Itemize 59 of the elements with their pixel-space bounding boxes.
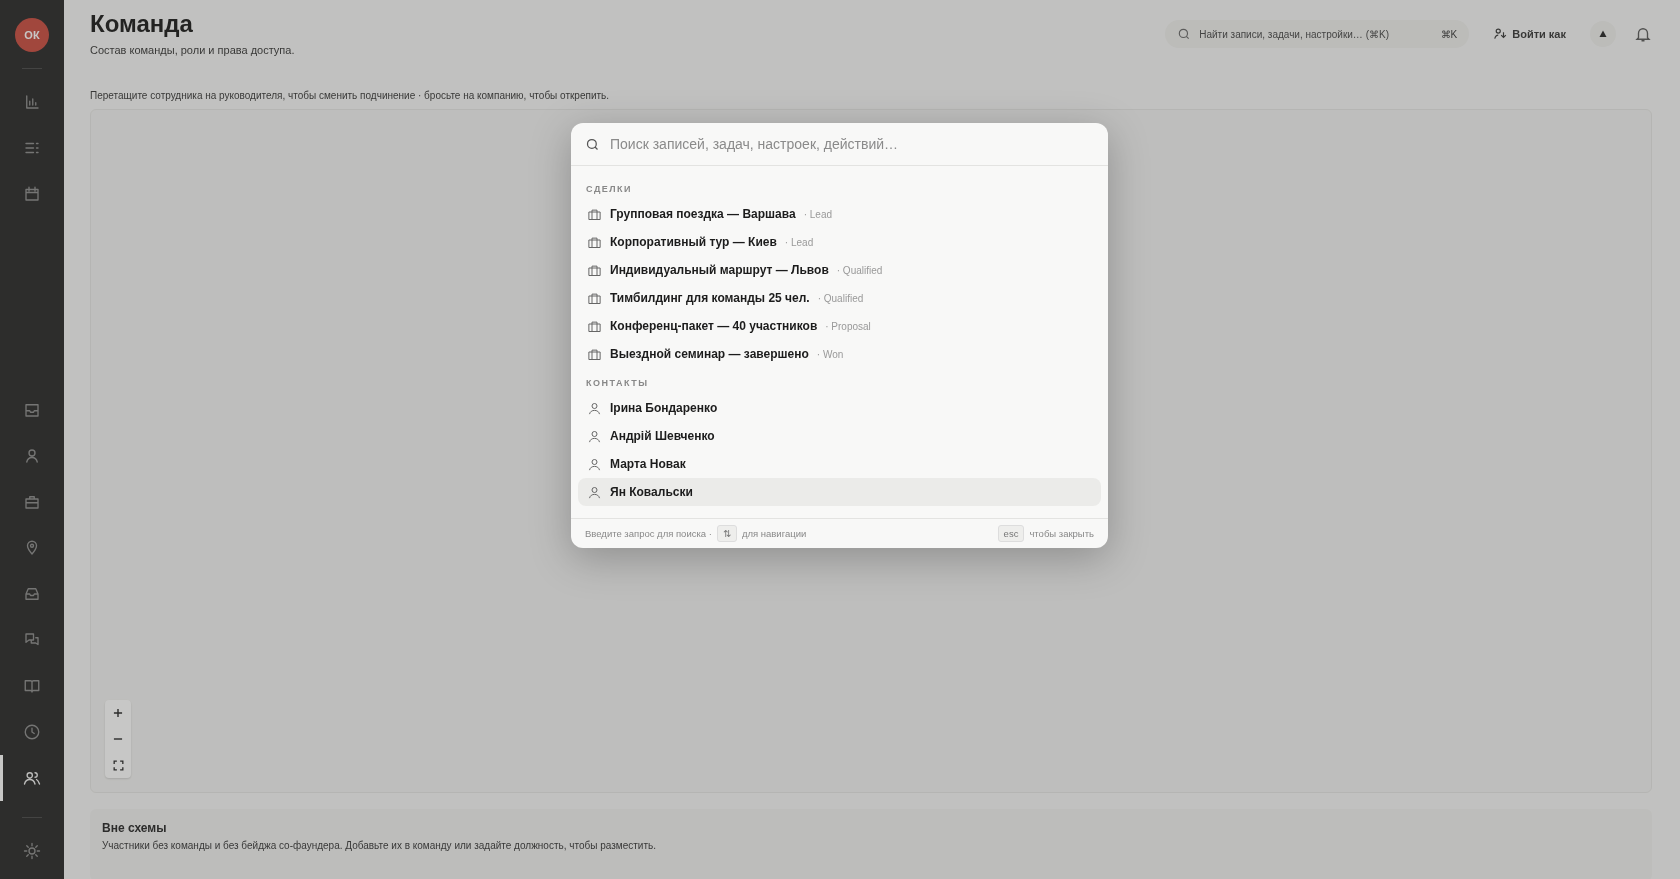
section-heading: СДЕЛКИ <box>585 183 634 196</box>
person-icon <box>587 484 602 500</box>
result-item[interactable]: Тимбилдинг для команды 25 чел. · Qualified <box>578 284 1101 312</box>
briefcase-icon <box>587 234 602 250</box>
result-item[interactable]: Выездной семинар — завершено · Won <box>578 340 1101 368</box>
result-item[interactable]: Ян Ковальски <box>578 478 1101 506</box>
result-item[interactable]: Марта Новак <box>578 450 1101 478</box>
page-title: Команда <box>90 10 194 38</box>
key-hint: esc <box>997 525 1025 542</box>
result-title: Индивидуальный маршрут — Львов <box>610 263 829 277</box>
result-item[interactable]: Групповая поездка — Варшава · Lead <box>578 200 1101 228</box>
search-field[interactable]: Найти записи, задачи, настройки… (⌘K) <box>1197 27 1435 41</box>
result-title: Тимбилдинг для команды 25 чел. <box>610 291 810 305</box>
result-item[interactable]: Ірина Бондаренко <box>578 394 1101 422</box>
result-item[interactable]: Корпоративный тур — Киев · Lead <box>578 228 1101 256</box>
briefcase-icon <box>587 290 602 306</box>
result-title: Корпоративный тур — Киев <box>610 235 777 249</box>
footer-hint: для навигации <box>741 528 807 539</box>
result-title: Групповая поездка — Варшава <box>610 207 796 221</box>
palette-search-field[interactable]: Поиск записей, задач, настроек, действий… <box>608 135 1094 153</box>
stage-label: · Qualified <box>817 292 864 304</box>
briefcase-icon <box>587 262 602 278</box>
search-icon <box>585 136 600 152</box>
shortcut-hint: ⌘K <box>1440 28 1458 40</box>
briefcase-icon <box>587 318 602 334</box>
result-item[interactable]: Конференц-пакет — 40 участников · Proposal <box>578 312 1101 340</box>
user-avatar[interactable]: ОК <box>15 18 49 52</box>
stage-label: · Proposal <box>825 320 871 332</box>
user-arrow-icon <box>1493 27 1508 41</box>
result-title: Ірина Бондаренко <box>610 401 718 415</box>
briefcase-icon <box>587 206 602 222</box>
result-title: Выездной семинар — завершено <box>610 347 809 361</box>
canvas-hint: Перетащите сотрудника на руководителя, чтобы сменить подчинение · бросьте на компанию, чтобы открепить. <box>90 90 611 101</box>
bell-icon[interactable] <box>1634 25 1652 43</box>
result-item[interactable]: Андрій Шевченко <box>578 422 1101 450</box>
person-icon <box>587 428 602 444</box>
search-bar[interactable]: Найти записи, задачи, настройки… (⌘K) ⌘K <box>1165 20 1470 48</box>
login-as-button[interactable]: Войти как <box>1487 26 1572 42</box>
warning-icon[interactable] <box>1590 21 1616 47</box>
result-title: Конференц-пакет — 40 участников <box>610 319 818 333</box>
key-hint: ⇅ <box>716 525 737 542</box>
footer-hint: чтобы закрыть <box>1029 528 1094 539</box>
briefcase-icon <box>587 346 602 362</box>
section-title: Вне схемы <box>102 821 168 835</box>
stage-label: · Qualified <box>836 264 883 276</box>
stage-label: · Won <box>816 348 844 360</box>
person-icon <box>587 400 602 416</box>
result-title: Андрій Шевченко <box>610 429 715 443</box>
result-title: Ян Ковальски <box>610 485 693 499</box>
footer-hint: Введите запрос для поиска · <box>585 528 712 539</box>
result-title: Марта Новак <box>610 457 686 471</box>
search-icon <box>1177 27 1192 41</box>
section-description: Участники без команды и без бейджа со-фаундера. Добавьте их в команду или задайте должность, чтобы разместить. <box>102 840 657 851</box>
stage-label: · Lead <box>784 236 814 248</box>
stage-label: · Lead <box>803 208 833 220</box>
page-subtitle: Состав команды, роли и права доступа. <box>90 44 295 56</box>
section-heading: КОНТАКТЫ <box>585 377 650 390</box>
person-icon <box>587 456 602 472</box>
result-item[interactable]: Индивидуальный маршрут — Львов · Qualified <box>578 256 1101 284</box>
